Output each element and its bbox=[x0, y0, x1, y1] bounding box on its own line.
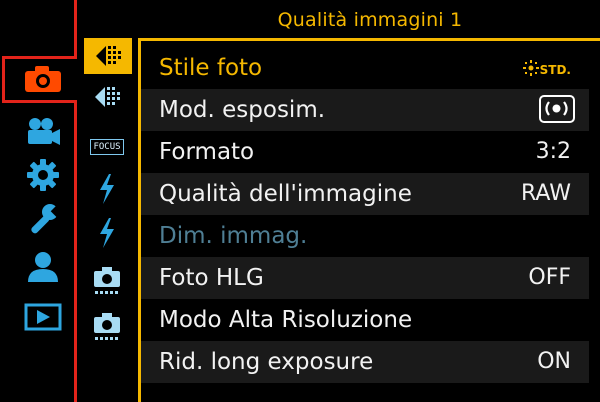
tab-highlight-line bbox=[74, 100, 77, 402]
menu-row-foto-hlg[interactable]: Foto HLG OFF bbox=[141, 257, 589, 299]
video-camera-icon bbox=[28, 118, 60, 145]
accent-divider bbox=[138, 38, 600, 41]
main-menu-setup[interactable] bbox=[14, 198, 72, 240]
main-menu-playback[interactable] bbox=[14, 296, 72, 338]
camera-settings-icon bbox=[94, 267, 120, 294]
menu-row-label: Stile foto bbox=[159, 55, 263, 81]
main-menu-video[interactable] bbox=[14, 110, 72, 152]
menu-row-label: Mod. esposim. bbox=[159, 97, 326, 123]
sub-tab-flash-1[interactable] bbox=[82, 170, 132, 208]
menu-row-mod-esposim[interactable]: Mod. esposim. bbox=[141, 89, 589, 131]
menu-row-label: Modo Alta Risoluzione bbox=[159, 307, 413, 333]
flash-icon bbox=[100, 174, 114, 204]
gear-icon bbox=[27, 159, 59, 191]
main-menu-settings[interactable] bbox=[14, 154, 72, 196]
menu-row-qualita-immagine[interactable]: Qualità dell'immagine RAW bbox=[141, 173, 589, 215]
main-menu-my-menu[interactable] bbox=[14, 246, 72, 288]
menu-row-label: Formato bbox=[159, 139, 255, 165]
page-title: Qualità immagini 1 bbox=[277, 9, 463, 31]
person-icon bbox=[28, 252, 58, 282]
tab-highlight-line bbox=[2, 100, 77, 103]
sub-tab-custom-camera-2[interactable] bbox=[82, 308, 132, 346]
menu-row-value: 3:2 bbox=[535, 139, 571, 164]
menu-row-rid-long-exposure[interactable]: Rid. long exposure ON bbox=[141, 341, 589, 383]
sub-tab-custom-camera-1[interactable] bbox=[82, 262, 132, 300]
tab-highlight-line bbox=[2, 56, 5, 103]
menu-row-value: ON bbox=[537, 349, 571, 374]
menu-row-label: Rid. long exposure bbox=[159, 349, 374, 375]
main-menu-camera[interactable] bbox=[14, 58, 72, 100]
sub-tab-photo-quality-1[interactable] bbox=[84, 38, 132, 74]
wrench-icon bbox=[31, 204, 60, 234]
photo-quality-icon bbox=[96, 46, 121, 66]
photo-style-icon bbox=[522, 60, 539, 76]
photo-style-value: STD. bbox=[522, 47, 571, 89]
camera-icon bbox=[25, 66, 61, 92]
camera-settings-icon bbox=[94, 313, 120, 340]
flash-icon bbox=[100, 218, 114, 248]
menu-row-label: Qualità dell'immagine bbox=[159, 181, 412, 207]
tab-highlight-line bbox=[74, 0, 77, 58]
menu-row-value: RAW bbox=[521, 181, 571, 206]
menu-row-modo-alta-risoluzione[interactable]: Modo Alta Risoluzione bbox=[141, 299, 589, 341]
menu-row-stile-foto[interactable]: Stile foto STD. bbox=[141, 47, 589, 89]
menu-row-value: OFF bbox=[528, 265, 571, 290]
menu-row-dim-immag: Dim. immag. bbox=[141, 215, 589, 257]
sub-tab-photo-quality-2[interactable] bbox=[82, 78, 132, 116]
sub-tab-flash-2[interactable] bbox=[82, 214, 132, 252]
playback-icon bbox=[24, 303, 62, 331]
focus-icon: FOCUS bbox=[90, 139, 124, 155]
metering-icon bbox=[545, 101, 568, 116]
sub-tab-focus[interactable]: FOCUS bbox=[82, 128, 132, 166]
menu-row-label: Dim. immag. bbox=[159, 223, 308, 249]
menu-row-formato[interactable]: Formato 3:2 bbox=[141, 131, 589, 173]
metering-mode-icon bbox=[539, 95, 575, 123]
menu-row-label: Foto HLG bbox=[159, 265, 264, 291]
photo-quality-icon bbox=[95, 87, 120, 107]
